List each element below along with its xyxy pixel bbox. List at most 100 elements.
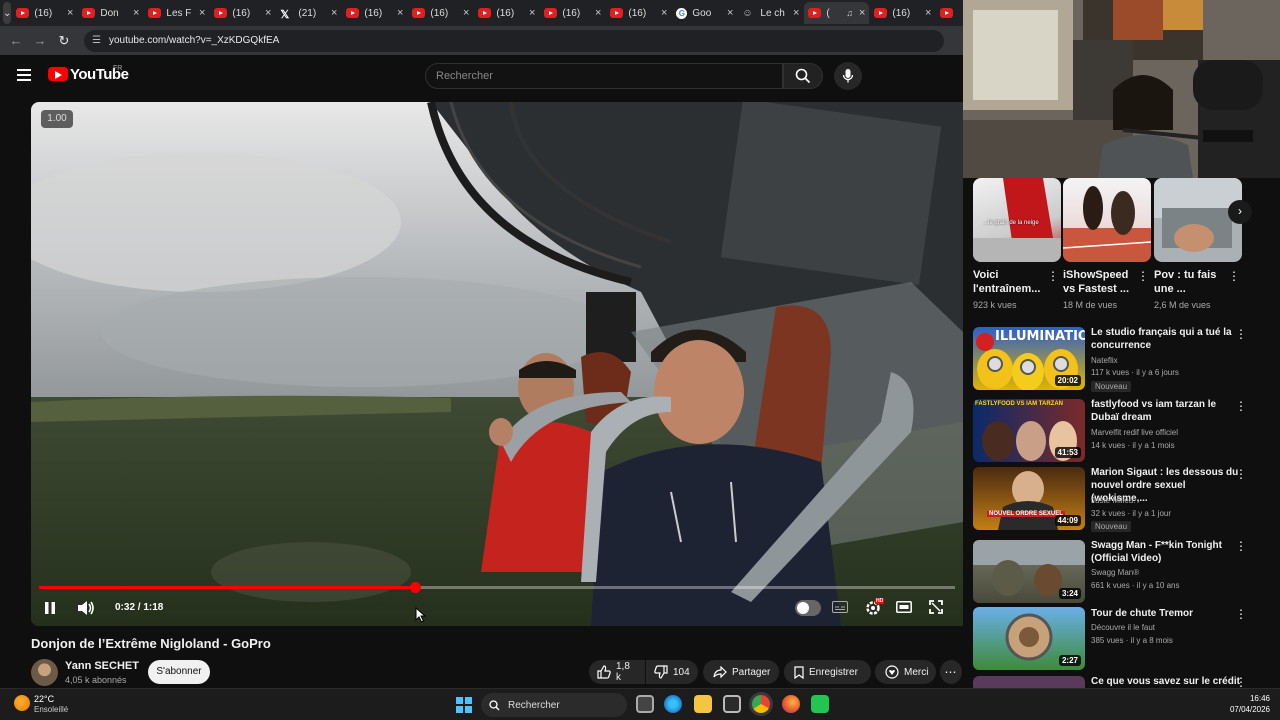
volume-button[interactable] [77, 600, 95, 616]
browser-tab[interactable]: (♫ × [804, 2, 870, 24]
video-5-title[interactable]: Tour de chute Tremor [1091, 607, 1241, 620]
channel-avatar[interactable] [31, 659, 58, 686]
system-clock[interactable]: 16:46 07/04/2026 [1230, 693, 1270, 715]
video-3-menu-icon[interactable]: ⋮ [1235, 468, 1247, 480]
video-6-title[interactable]: Ce que vous savez sur le crédit [1091, 675, 1251, 688]
video-5-menu-icon[interactable]: ⋮ [1235, 608, 1247, 620]
tab-close-icon[interactable]: × [133, 7, 139, 19]
autoplay-toggle[interactable] [795, 600, 821, 616]
short-thumbnail-1[interactable]: ...le grain de la neige [973, 178, 1061, 262]
weather-temperature[interactable]: 22°C [34, 694, 54, 704]
video-2-menu-icon[interactable]: ⋮ [1235, 400, 1247, 412]
edge-browser-icon[interactable] [664, 695, 682, 713]
video-thumbnail-5[interactable]: 2:27 [973, 607, 1085, 670]
tab-close-icon[interactable]: × [397, 7, 403, 19]
tab-close-icon[interactable]: × [727, 7, 733, 19]
tab-close-icon[interactable]: × [595, 7, 601, 19]
miniplayer-button[interactable] [896, 601, 912, 613]
browser-tab[interactable]: (16) × [474, 2, 539, 24]
url-field[interactable]: ☰ youtube.com/watch?v=_XzKDGQkfEA [84, 29, 944, 52]
settings-button[interactable]: HD [864, 598, 885, 617]
video-1-menu-icon[interactable]: ⋮ [1235, 328, 1247, 340]
tab-close-icon[interactable]: × [661, 7, 667, 19]
video-thumbnail-3[interactable]: NOUVEL ORDRE SEXUEL 44:09 [973, 467, 1085, 530]
subtitles-button[interactable] [832, 601, 848, 613]
search-input[interactable]: Rechercher [425, 63, 783, 89]
video-4-channel[interactable]: Swagg Man® [1091, 568, 1139, 577]
browser-tab[interactable]: (16) × [870, 2, 935, 24]
voice-search-button[interactable] [834, 62, 862, 90]
site-info-icon[interactable]: ☰ [92, 35, 101, 46]
firefox-icon[interactable] [782, 695, 800, 713]
browser-tab[interactable]: (16) × [606, 2, 671, 24]
search-button[interactable] [783, 63, 823, 89]
thanks-button[interactable]: Merci [875, 660, 936, 684]
youtube-logo-icon[interactable] [48, 67, 68, 81]
video-5-channel[interactable]: Découvre il le faut [1091, 623, 1155, 632]
video-2-channel[interactable]: Marvelfit redif live officiel [1091, 428, 1178, 437]
fullscreen-button[interactable] [929, 600, 943, 614]
browser-tab[interactable]: (16) × [12, 2, 77, 24]
progress-scrubber[interactable] [409, 582, 421, 593]
app-green-icon[interactable] [811, 695, 829, 713]
progress-bar[interactable] [39, 582, 955, 593]
video-player[interactable]: 1.00 0:32 / 1:18 HD [31, 102, 963, 626]
video-thumbnail-1[interactable]: ILLUMINATION 20:02 [973, 327, 1085, 390]
tab-close-icon[interactable]: × [199, 7, 205, 19]
weather-sun-icon[interactable] [14, 695, 30, 711]
video-thumbnail-2[interactable]: FASTLYFOOD VS IAM TARZAN 41:53 [973, 399, 1085, 462]
taskbar-search[interactable]: Rechercher [481, 693, 627, 717]
microsoft-store-icon[interactable] [723, 695, 741, 713]
browser-tab[interactable]: (16) × [210, 2, 275, 24]
browser-tab[interactable]: (16) × [408, 2, 473, 24]
browser-tab[interactable]: G Goo × [672, 2, 737, 24]
share-button[interactable]: Partager [703, 660, 779, 684]
short-3-title[interactable]: Pov : tu fais une ... [1154, 268, 1232, 296]
browser-tab[interactable]: (16) × [342, 2, 407, 24]
video-1-channel[interactable]: Nateflix [1091, 356, 1118, 365]
menu-icon[interactable] [17, 69, 31, 81]
like-button[interactable]: 1,8 k [589, 660, 645, 684]
reload-icon[interactable]: ↻ [52, 33, 76, 49]
tab-close-icon[interactable]: × [67, 7, 73, 19]
video-2-title[interactable]: fastlyfood vs iam tarzan le Dubaï dream [1091, 398, 1241, 424]
tab-audio-icon[interactable]: ♫ [846, 8, 853, 18]
file-explorer-icon[interactable] [694, 695, 712, 713]
short-2-title[interactable]: iShowSpeed vs Fastest ... [1063, 268, 1141, 296]
tab-close-icon[interactable]: × [793, 7, 799, 19]
tab-close-icon[interactable]: × [463, 7, 469, 19]
video-4-title[interactable]: Swagg Man - F**kin Tonight (Official Vid… [1091, 539, 1241, 565]
video-thumbnail-4[interactable]: 3:24 [973, 540, 1085, 603]
browser-tab[interactable]: (16) × [540, 2, 605, 24]
short-1-menu-icon[interactable]: ⋮ [1047, 270, 1059, 282]
short-3-menu-icon[interactable]: ⋮ [1228, 270, 1240, 282]
browser-tab[interactable]: 𝕏 (21) × [276, 2, 341, 24]
dislike-button[interactable]: 104 [646, 660, 698, 684]
browser-tab[interactable]: Don × [78, 2, 143, 24]
short-1-title[interactable]: Voici l'entraînem... [973, 268, 1051, 296]
short-thumbnail-3[interactable] [1154, 178, 1242, 262]
tab-close-icon[interactable]: × [331, 7, 337, 19]
tab-close-icon[interactable]: × [859, 7, 865, 19]
video-1-title[interactable]: Le studio français qui a tué la concurre… [1091, 326, 1241, 352]
shorts-next-button[interactable]: › [1228, 200, 1252, 224]
tab-close-icon[interactable]: × [529, 7, 535, 19]
tab-close-icon[interactable]: × [925, 7, 931, 19]
video-3-channel[interactable]: Juste Milieu. [1091, 496, 1135, 505]
video-6-menu-icon[interactable]: ⋮ [1235, 676, 1247, 688]
browser-tab[interactable]: Les F × [144, 2, 209, 24]
tab-close-icon[interactable]: × [265, 7, 271, 19]
video-thumbnail-6[interactable] [973, 676, 1085, 688]
more-actions-button[interactable]: ⋯ [940, 660, 962, 684]
subscribe-button[interactable]: S'abonner [148, 660, 210, 684]
video-4-menu-icon[interactable]: ⋮ [1235, 540, 1247, 552]
task-view-icon[interactable] [636, 695, 654, 713]
channel-name[interactable]: Yann SECHET [65, 660, 139, 672]
short-thumbnail-2[interactable] [1063, 178, 1151, 262]
browser-tab[interactable]: ☺ Le ch × [738, 2, 803, 24]
forward-arrow-icon[interactable]: → [28, 33, 52, 48]
save-button[interactable]: Enregistrer [784, 660, 871, 684]
windows-start-icon[interactable] [456, 697, 472, 713]
back-arrow-icon[interactable]: ← [4, 33, 28, 48]
tab-search-icon[interactable]: ⌄ [3, 2, 12, 24]
